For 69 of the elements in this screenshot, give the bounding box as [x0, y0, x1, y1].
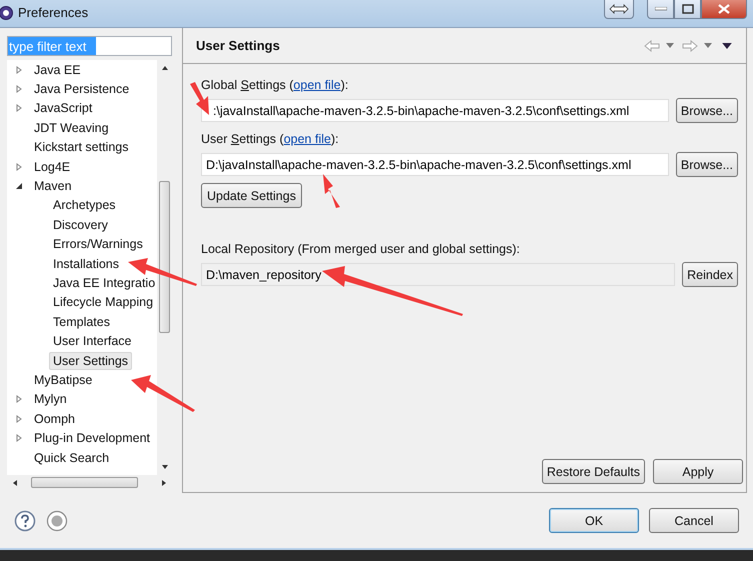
- close-button[interactable]: [701, 0, 747, 19]
- collapsed-icon[interactable]: [15, 395, 23, 404]
- expanded-icon[interactable]: [15, 182, 23, 190]
- tree-item[interactable]: Archetypes: [49, 196, 120, 214]
- scroll-down-icon[interactable]: [160, 463, 168, 471]
- tree-item[interactable]: Errors/Warnings: [49, 235, 147, 254]
- tree-item[interactable]: Installations: [49, 254, 124, 273]
- tree-item[interactable]: User Settings: [49, 352, 132, 370]
- scroll-left-icon[interactable]: [11, 478, 19, 486]
- tree-item[interactable]: Java EE Integratio: [49, 274, 157, 292]
- browse-button[interactable]: Browse...: [676, 152, 738, 177]
- repository-field[interactable]: D:\maven_repository: [201, 263, 676, 286]
- tree-item[interactable]: Plug-in Development: [30, 429, 154, 448]
- tree-item[interactable]: Maven: [30, 177, 76, 196]
- minimize-icon: [654, 7, 666, 11]
- back-arrow-icon[interactable]: [644, 40, 660, 52]
- tree-item[interactable]: Templates: [49, 312, 114, 331]
- tree-item[interactable]: JavaScript: [30, 99, 96, 118]
- collapsed-icon[interactable]: [15, 85, 23, 94]
- maximize-button[interactable]: [674, 0, 701, 19]
- maximize-icon: [682, 4, 694, 14]
- dropdown-icon[interactable]: [704, 43, 712, 48]
- tree-item[interactable]: User Interface: [49, 332, 136, 350]
- tree-item[interactable]: Discovery: [49, 216, 112, 234]
- collapsed-icon[interactable]: [15, 66, 23, 74]
- collapsed-icon[interactable]: [15, 162, 23, 171]
- app-icon: [0, 5, 14, 21]
- ok-button[interactable]: OK: [549, 508, 639, 533]
- close-icon: [718, 4, 730, 14]
- cancel-button[interactable]: Cancel: [649, 508, 739, 533]
- tree-item[interactable]: Log4E: [30, 158, 74, 176]
- tree-item[interactable]: JDT Weaving: [30, 118, 113, 137]
- collapsed-icon[interactable]: [15, 104, 23, 112]
- field-label: Global Settings (open file):: [201, 78, 348, 92]
- collapsed-icon[interactable]: [15, 434, 23, 442]
- reindex-button[interactable]: Reindex: [682, 262, 738, 287]
- tree-item[interactable]: Java Persistence: [30, 80, 134, 98]
- settings-path-field[interactable]: :\javaInstall\apache-maven-3.2.5-bin\apache-maven-3.2.5\conf\settings.xml: [201, 99, 669, 122]
- annotation-arrow: [131, 375, 195, 412]
- update-settings-button[interactable]: Update Settings: [201, 183, 302, 208]
- help-icon[interactable]: [14, 510, 36, 532]
- field-label: Local Repository (From merged user and global settings):: [201, 242, 520, 256]
- annotation-arrow: [323, 174, 340, 208]
- settings-path-field[interactable]: D:\javaInstall\apache-maven-3.2.5-bin\apache-maven-3.2.5\conf\settings.xml: [201, 153, 669, 176]
- open-file-link[interactable]: open file: [293, 78, 341, 92]
- apply-button[interactable]: Apply: [653, 459, 743, 484]
- scroll-up-icon[interactable]: [160, 64, 168, 72]
- dropdown-icon[interactable]: [666, 43, 674, 48]
- tree-item[interactable]: Mylyn: [30, 390, 71, 408]
- tree-item[interactable]: Lifecycle Mapping: [49, 293, 157, 312]
- tree-item[interactable]: MyBatipse: [30, 370, 96, 389]
- double-arrow-icon: [609, 4, 629, 14]
- menu-icon[interactable]: [722, 42, 732, 48]
- record-icon[interactable]: [46, 510, 68, 532]
- tree-item[interactable]: Quick Search: [30, 448, 114, 466]
- restore-defaults-button[interactable]: Restore Defaults: [542, 459, 645, 484]
- window-title: Preferences: [18, 5, 88, 20]
- tree-item[interactable]: Kickstart settings: [30, 138, 132, 156]
- browse-button[interactable]: Browse...: [676, 98, 738, 123]
- tree-item[interactable]: Oomph: [30, 410, 79, 428]
- collapsed-icon[interactable]: [15, 414, 23, 423]
- forward-arrow-icon[interactable]: [682, 40, 698, 52]
- scroll-right-icon[interactable]: [160, 478, 168, 486]
- page-title: User Settings: [196, 38, 280, 53]
- minimize-button[interactable]: [647, 0, 674, 19]
- field-label: User Settings (open file):: [201, 132, 339, 146]
- resize-button[interactable]: [604, 0, 634, 19]
- open-file-link[interactable]: open file: [284, 132, 331, 146]
- tree-item[interactable]: Java EE: [30, 60, 85, 79]
